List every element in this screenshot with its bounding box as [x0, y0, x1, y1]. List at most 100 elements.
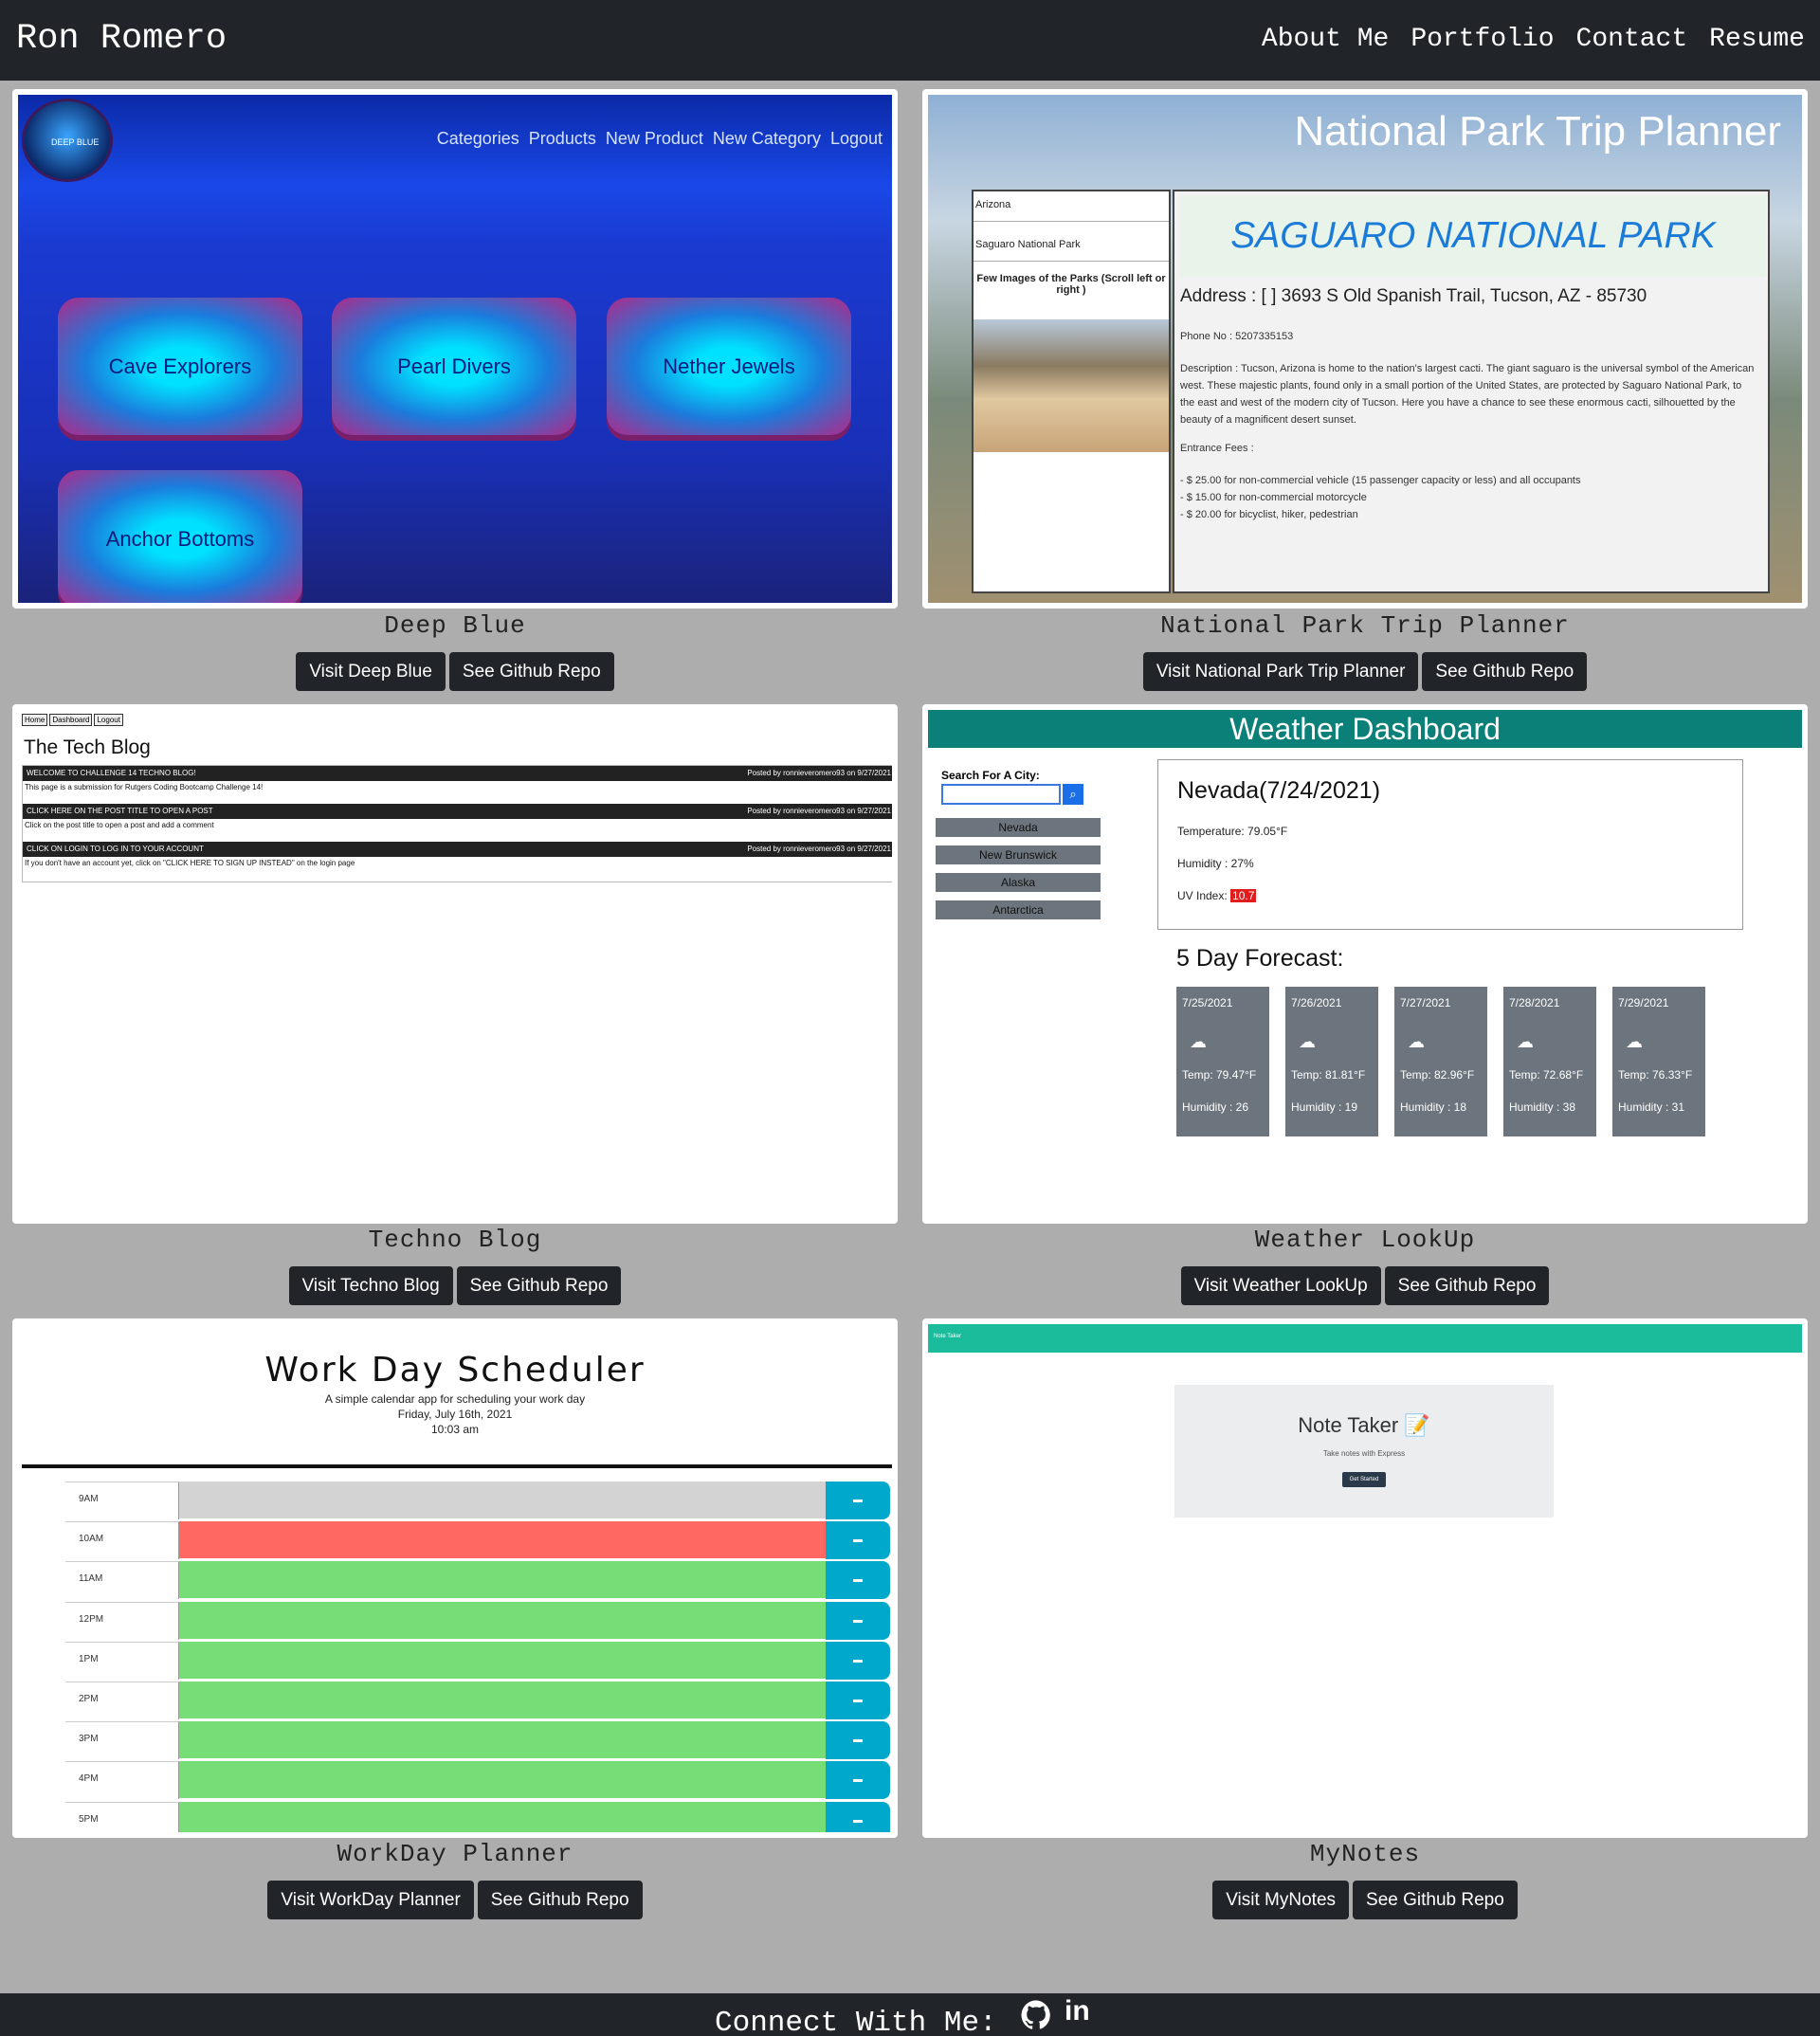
fee-item: - $ 25.00 for non-commercial vehicle (15… — [1180, 475, 1581, 486]
post-body: This page is a submission for Rutgers Co… — [25, 783, 264, 791]
project-card-mynotes: Note Taker Note Taker 📝 Take notes with … — [922, 1318, 1808, 1838]
nav-portfolio[interactable]: Portfolio — [1410, 25, 1554, 54]
time-block-row: 5PM ▬ — [65, 1801, 890, 1832]
cloud-icon: ☁ — [1190, 1032, 1207, 1051]
project-buttons: Visit Deep Blue See Github Repo — [12, 652, 898, 691]
save-icon: ▬ — [826, 1601, 890, 1640]
nav-about-me[interactable]: About Me — [1262, 25, 1389, 54]
post-header: WELCOME TO CHALLENGE 14 TECHNO BLOG! Post… — [23, 766, 892, 781]
github-icon[interactable] — [1020, 1999, 1052, 2036]
save-icon: ▬ — [826, 1641, 890, 1680]
time-block-row: 4PM ▬ — [65, 1761, 890, 1800]
images-caption: Few Images of the Parks (Scroll left or … — [976, 273, 1166, 296]
current-weather: Nevada(7/24/2021) Temperature: 79.05°F H… — [1157, 759, 1743, 930]
project-screenshot: Home Dashboard Logout The Tech Blog WELC… — [18, 710, 892, 1218]
scheduler-time: 10:03 am — [430, 1423, 480, 1436]
forecast-card: 7/27/2021 ☁ Temp: 82.96°F Humidity : 18 — [1394, 987, 1487, 1136]
search-label: Search For A City: — [941, 769, 1040, 782]
nav-resume[interactable]: Resume — [1709, 25, 1805, 54]
event-textarea — [179, 1761, 826, 1800]
event-textarea — [179, 1721, 826, 1760]
nav-links: About Me Portfolio Contact Resume — [1262, 25, 1805, 54]
save-icon: ▬ — [826, 1761, 890, 1800]
visit-project-button[interactable]: Visit Weather LookUp — [1180, 1266, 1381, 1305]
github-repo-button[interactable]: See Github Repo — [1422, 652, 1588, 691]
fee-item: - $ 20.00 for bicyclist, hiker, pedestri… — [1180, 509, 1358, 520]
deep-blue-nav: Categories Products New Product New Cate… — [436, 129, 883, 148]
park-select: Saguaro National Park — [974, 231, 1169, 262]
github-repo-button[interactable]: See Github Repo — [1353, 1881, 1518, 1919]
park-image — [974, 319, 1169, 452]
connect-label: Connect With Me: — [715, 2007, 997, 2036]
visit-project-button[interactable]: Visit National Park Trip Planner — [1142, 652, 1419, 691]
github-repo-button[interactable]: See Github Repo — [448, 652, 614, 691]
github-repo-button[interactable]: See Github Repo — [456, 1266, 622, 1305]
current-city: Nevada(7/24/2021) — [1177, 777, 1381, 804]
scheduler-date: Friday, July 16th, 2021 — [397, 1408, 513, 1421]
footer: Connect With Me: in — [0, 1993, 1820, 2036]
visit-project-button[interactable]: Visit MyNotes — [1212, 1881, 1350, 1919]
linkedin-icon[interactable]: in — [1065, 1995, 1090, 2027]
blog-post-list: WELCOME TO CHALLENGE 14 TECHNO BLOG! Post… — [22, 765, 892, 882]
project-screenshot: Weather Dashboard Search For A City: ⌕ N… — [928, 710, 1802, 1218]
hour-label: 12PM — [65, 1601, 179, 1640]
visit-project-button[interactable]: Visit Deep Blue — [296, 652, 446, 691]
hour-label: 5PM — [65, 1801, 179, 1832]
brand-name[interactable]: Ron Romero — [16, 19, 227, 59]
forecast-card: 7/29/2021 ☁ Temp: 76.33°F Humidity : 31 — [1612, 987, 1705, 1136]
event-textarea — [179, 1521, 826, 1560]
event-textarea — [179, 1601, 826, 1640]
project-card-workday: Work Day Scheduler A simple calendar app… — [12, 1318, 898, 1838]
visit-project-button[interactable]: Visit WorkDay Planner — [267, 1881, 474, 1919]
save-icon: ▬ — [826, 1482, 890, 1519]
current-uv: UV Index: 10.7 — [1177, 889, 1257, 902]
blog-heading: The Tech Blog — [24, 736, 151, 758]
project-card-techno-blog: Home Dashboard Logout The Tech Blog WELC… — [12, 704, 898, 1224]
time-block-row: 1PM ▬ — [65, 1641, 890, 1680]
cloud-icon: ☁ — [1408, 1032, 1425, 1051]
github-repo-button[interactable]: See Github Repo — [1384, 1266, 1550, 1305]
cloud-icon: ☁ — [1299, 1032, 1316, 1051]
city-history-item: New Brunswick — [936, 845, 1101, 864]
fees-label: Entrance Fees : — [1180, 443, 1254, 454]
cloud-icon: ☁ — [1626, 1032, 1643, 1051]
notes-title: Note Taker 📝 — [1298, 1413, 1430, 1437]
navbar: Ron Romero About Me Portfolio Contact Re… — [0, 0, 1820, 81]
blog-nav: Home Dashboard Logout — [22, 714, 123, 726]
np-heading: National Park Trip Planner — [1294, 108, 1781, 155]
event-textarea — [179, 1641, 826, 1680]
event-textarea — [179, 1482, 826, 1519]
hour-label: 1PM — [65, 1641, 179, 1680]
hour-label: 3PM — [65, 1721, 179, 1760]
park-name: SAGUARO NATIONAL PARK — [1180, 195, 1766, 277]
hour-label: 11AM — [65, 1561, 179, 1600]
time-block-row: 3PM ▬ — [65, 1721, 890, 1760]
city-history-item: Antarctica — [936, 900, 1101, 919]
city-history-item: Alaska — [936, 873, 1101, 892]
github-repo-button[interactable]: See Github Repo — [477, 1881, 643, 1919]
divider — [22, 1464, 892, 1468]
category-tile: Nether Jewels — [607, 298, 851, 435]
visit-project-button[interactable]: Visit Techno Blog — [288, 1266, 453, 1305]
project-screenshot: National Park Trip Planner Arizona Sagua… — [928, 95, 1802, 603]
park-address: Address : [ ] 3693 S Old Spanish Trail, … — [1180, 286, 1647, 306]
project-card-weather: Weather Dashboard Search For A City: ⌕ N… — [922, 704, 1808, 1224]
post-header: CLICK ON LOGIN TO LOG IN TO YOUR ACCOUNT… — [23, 842, 892, 857]
save-icon: ▬ — [826, 1801, 890, 1832]
forecast-card: 7/25/2021 ☁ Temp: 79.47°F Humidity : 26 — [1176, 987, 1269, 1136]
project-screenshot: Work Day Scheduler A simple calendar app… — [18, 1324, 892, 1832]
time-block-row: 2PM ▬ — [65, 1682, 890, 1719]
project-title: Techno Blog — [368, 1226, 542, 1254]
park-description: Description : Tucson, Arizona is home to… — [1180, 363, 1755, 426]
nav-contact[interactable]: Contact — [1576, 25, 1688, 54]
city-history-item: Nevada — [936, 818, 1101, 837]
save-icon: ▬ — [826, 1721, 890, 1760]
project-buttons: Visit National Park Trip Planner See Git… — [922, 652, 1808, 691]
notes-subtitle: Take notes with Express — [1322, 1449, 1406, 1458]
project-screenshot: Note Taker Note Taker 📝 Take notes with … — [928, 1324, 1802, 1832]
save-icon: ▬ — [826, 1561, 890, 1600]
fee-item: - $ 15.00 for non-commercial motorcycle — [1180, 492, 1367, 503]
event-textarea — [179, 1801, 826, 1832]
scheduler-subtitle: A simple calendar app for scheduling you… — [324, 1392, 586, 1406]
hour-label: 4PM — [65, 1761, 179, 1800]
